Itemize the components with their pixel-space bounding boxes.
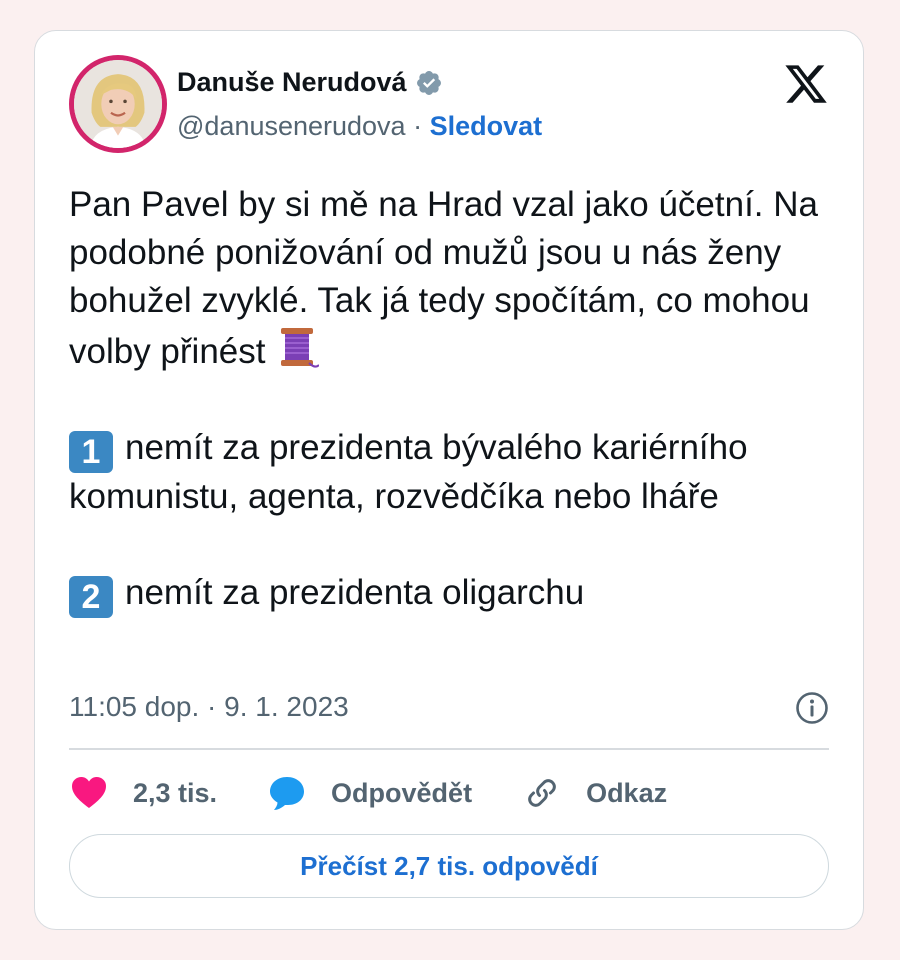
reply-button[interactable]: Odpovědět <box>267 773 472 813</box>
author-name-row: Danuše Nerudová <box>177 67 443 98</box>
handle-separator: · <box>413 111 423 141</box>
copy-link-button[interactable]: Odkaz <box>522 773 667 813</box>
timestamp-separator: · <box>207 691 217 722</box>
link-label: Odkaz <box>586 777 668 808</box>
tweet-paragraph: Pan Pavel by si mě na Hrad vzal jako úče… <box>69 181 839 376</box>
like-count: 2,3 tis. <box>133 777 218 808</box>
keycap-two-icon: 2 <box>69 576 113 618</box>
link-icon <box>528 779 556 807</box>
author-handle-row: @danusenerudova · Sledovat <box>177 111 542 142</box>
reply-label: Odpovědět <box>331 777 473 808</box>
author-name[interactable]: Danuše Nerudová <box>177 67 407 98</box>
action-bar: 2,3 tis. Odpovědět Odkaz <box>69 771 717 815</box>
read-replies-button[interactable]: Přečíst 2,7 tis. odpovědí <box>69 834 829 898</box>
tweet-card: Danuše Nerudová @danusenerudova · Sledov… <box>34 30 864 930</box>
tweet-list-item-2-text: nemít za prezidenta oligarchu <box>125 573 585 612</box>
like-button[interactable]: 2,3 tis. <box>69 773 217 813</box>
author-handle[interactable]: @danusenerudova <box>177 111 406 141</box>
x-logo-icon[interactable] <box>783 61 829 107</box>
spool-of-thread-icon <box>275 325 321 371</box>
tweet-list-item-1-text: nemít za prezidenta bývalého kariérního … <box>69 428 748 516</box>
keycap-one-icon: 1 <box>69 431 113 473</box>
reply-bubble-icon <box>270 777 305 810</box>
divider <box>69 748 829 750</box>
heart-icon <box>72 777 106 808</box>
verified-badge-icon <box>415 69 443 97</box>
info-icon[interactable] <box>795 691 829 725</box>
avatar-photo <box>74 60 162 148</box>
follow-button[interactable]: Sledovat <box>430 111 543 141</box>
tweet-list-item-2: 2 nemít za prezidenta oligarchu <box>69 569 839 618</box>
tweet-date: 9. 1. 2023 <box>224 691 349 722</box>
tweet-time: 11:05 dop. <box>69 691 200 722</box>
tweet-list-item-1: 1 nemít za prezidenta bývalého kariérního… <box>69 424 839 521</box>
avatar[interactable] <box>69 55 167 153</box>
tweet-text: Pan Pavel by si mě na Hrad vzal jako úče… <box>69 181 839 618</box>
tweet-timestamp[interactable]: 11:05 dop. · 9. 1. 2023 <box>69 691 349 723</box>
tweet-paragraph-text: Pan Pavel by si mě na Hrad vzal jako úče… <box>69 185 818 371</box>
